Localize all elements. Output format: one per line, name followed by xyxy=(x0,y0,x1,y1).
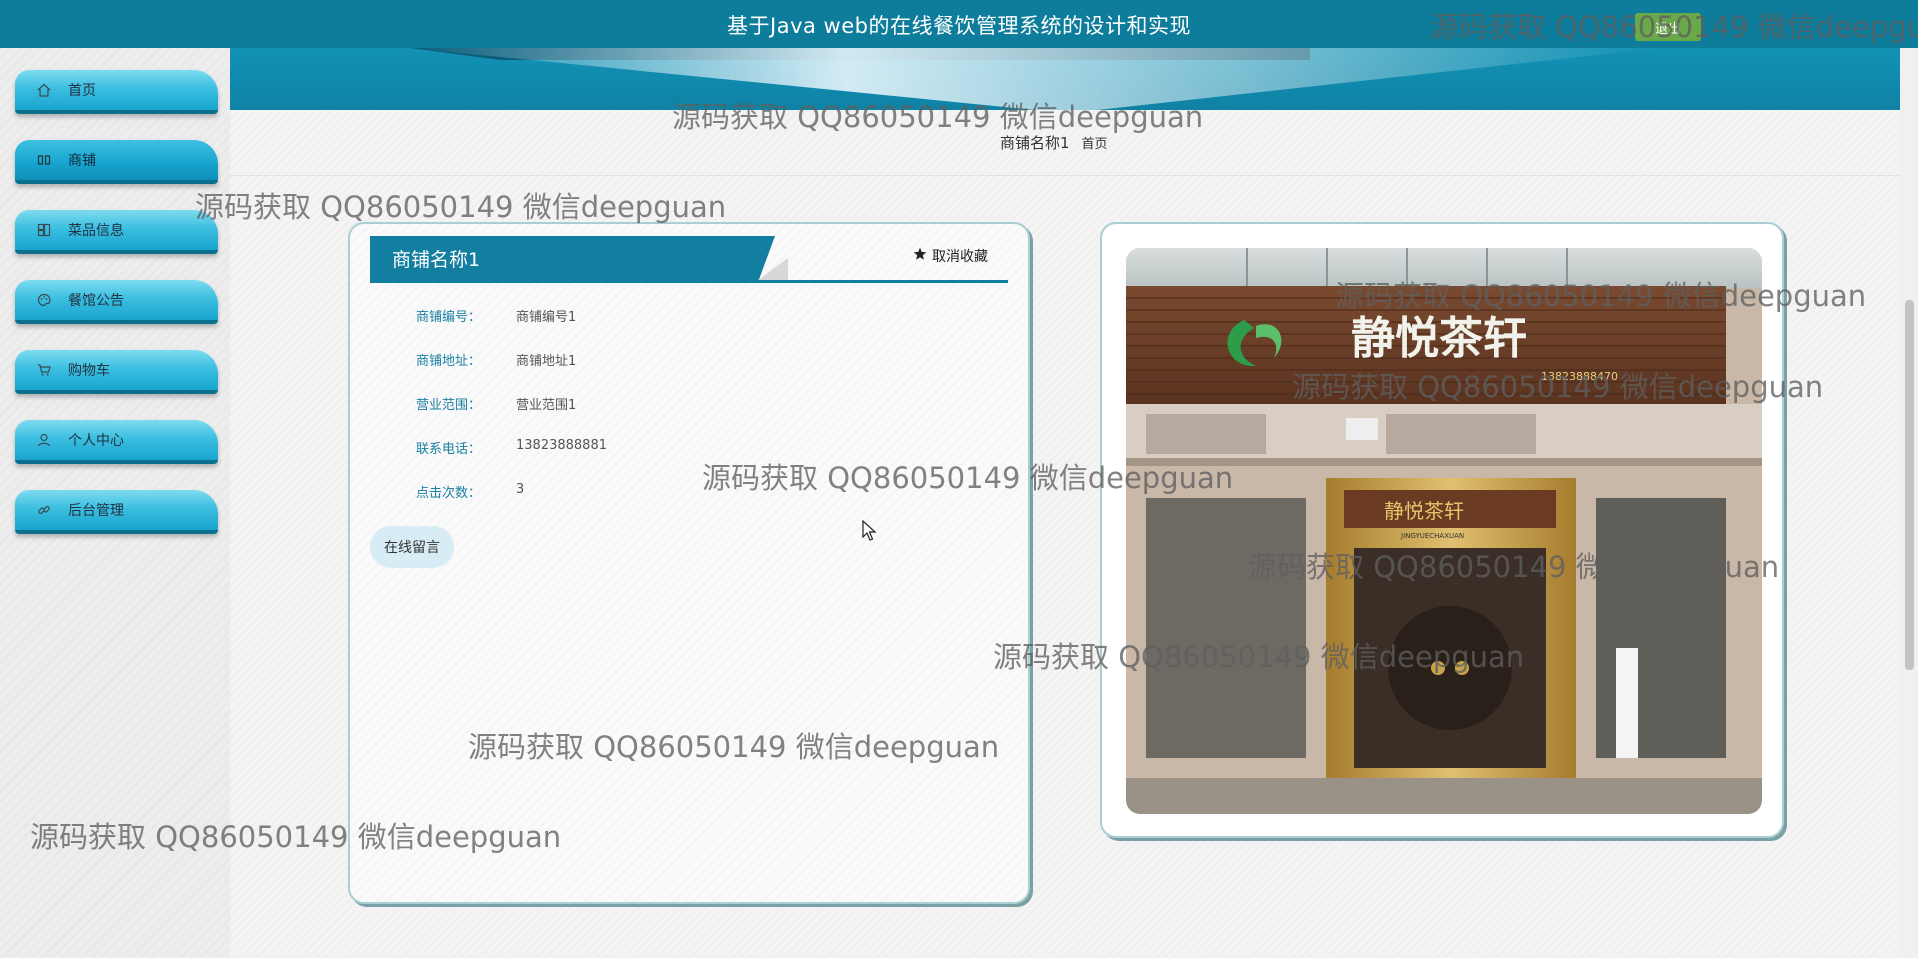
sidebar-item-dishes[interactable]: 菜品信息 xyxy=(15,210,218,254)
sidebar-item-label: 个人中心 xyxy=(68,433,124,449)
field-row-shop-address: 商铺地址： 商铺地址1 xyxy=(416,354,577,369)
field-row-phone: 联系电话： 13823888881 xyxy=(416,438,607,457)
scrollbar-thumb[interactable] xyxy=(1905,300,1914,670)
star-icon xyxy=(913,247,927,265)
grid-icon xyxy=(37,223,51,237)
store-icon xyxy=(37,153,51,167)
field-row-click-count: 点击次数： 3 xyxy=(416,482,525,501)
shop-image-card: 静悦茶轩 13823888470 静悦茶轩 JINGYUECHAXUAN xyxy=(1100,222,1784,838)
breadcrumb-current: 商铺名称1 xyxy=(1000,134,1070,152)
app-title: 基于Java web的在线餐饮管理系统的设计和实现 xyxy=(727,14,1191,38)
header-banner xyxy=(230,48,1900,110)
door-sign-text: 静悦茶轩 xyxy=(1384,499,1464,523)
shop-photo: 静悦茶轩 13823888470 静悦茶轩 JINGYUECHAXUAN xyxy=(1126,248,1762,814)
breadcrumb-home-link[interactable]: 首页 xyxy=(1082,133,1108,152)
sidebar-item-notices[interactable]: 餐馆公告 xyxy=(15,280,218,324)
sidebar-item-label: 菜品信息 xyxy=(68,223,124,239)
shop-name-title: 商铺名称1 xyxy=(370,236,775,280)
sidebar-item-label: 商铺 xyxy=(68,153,96,169)
mouse-cursor-icon xyxy=(862,519,878,546)
sign-phone: 13823888470 xyxy=(1541,370,1618,383)
user-icon xyxy=(37,433,51,447)
breadcrumb: 商铺名称1 首页 xyxy=(1000,132,1108,153)
sidebar-item-label: 后台管理 xyxy=(68,503,124,519)
card-header: 商铺名称1 取消收藏 xyxy=(370,236,1008,283)
page-scrollbar[interactable] xyxy=(1900,48,1918,958)
sidebar-item-label: 首页 xyxy=(68,83,96,99)
sidebar-item-store[interactable]: 商铺 xyxy=(15,140,218,184)
divider xyxy=(230,175,1900,176)
watermark: 源码获取 QQ86050149 微信deepguan xyxy=(195,190,727,224)
link-icon xyxy=(37,503,51,517)
door-sub-sign: JINGYUECHAXUAN xyxy=(1400,532,1464,540)
sidebar-item-label: 购物车 xyxy=(68,363,110,379)
sidebar-item-admin[interactable]: 后台管理 xyxy=(15,490,218,534)
home-icon xyxy=(37,83,51,97)
cart-icon xyxy=(37,363,51,377)
top-header: 基于Java web的在线餐饮管理系统的设计和实现 退出 xyxy=(0,0,1918,48)
sign-text: 静悦茶轩 xyxy=(1351,313,1527,364)
palette-icon xyxy=(37,293,51,307)
sidebar-item-cart[interactable]: 购物车 xyxy=(15,350,218,394)
unfavorite-button[interactable]: 取消收藏 xyxy=(913,246,988,266)
logout-button[interactable]: 退出 xyxy=(1635,13,1701,41)
sidebar-item-label: 餐馆公告 xyxy=(68,293,124,309)
shop-detail-card: 商铺名称1 取消收藏 商铺编号： 商铺编号1 商铺地址： 商铺地址1 营业范围：… xyxy=(348,222,1030,904)
field-row-business-scope: 营业范围： 营业范围1 xyxy=(416,398,577,413)
online-message-button[interactable]: 在线留言 xyxy=(370,526,454,568)
sidebar-item-home[interactable]: 首页 xyxy=(15,70,218,114)
field-row-shop-number: 商铺编号： 商铺编号1 xyxy=(416,310,577,325)
sidebar-item-profile[interactable]: 个人中心 xyxy=(15,420,218,464)
